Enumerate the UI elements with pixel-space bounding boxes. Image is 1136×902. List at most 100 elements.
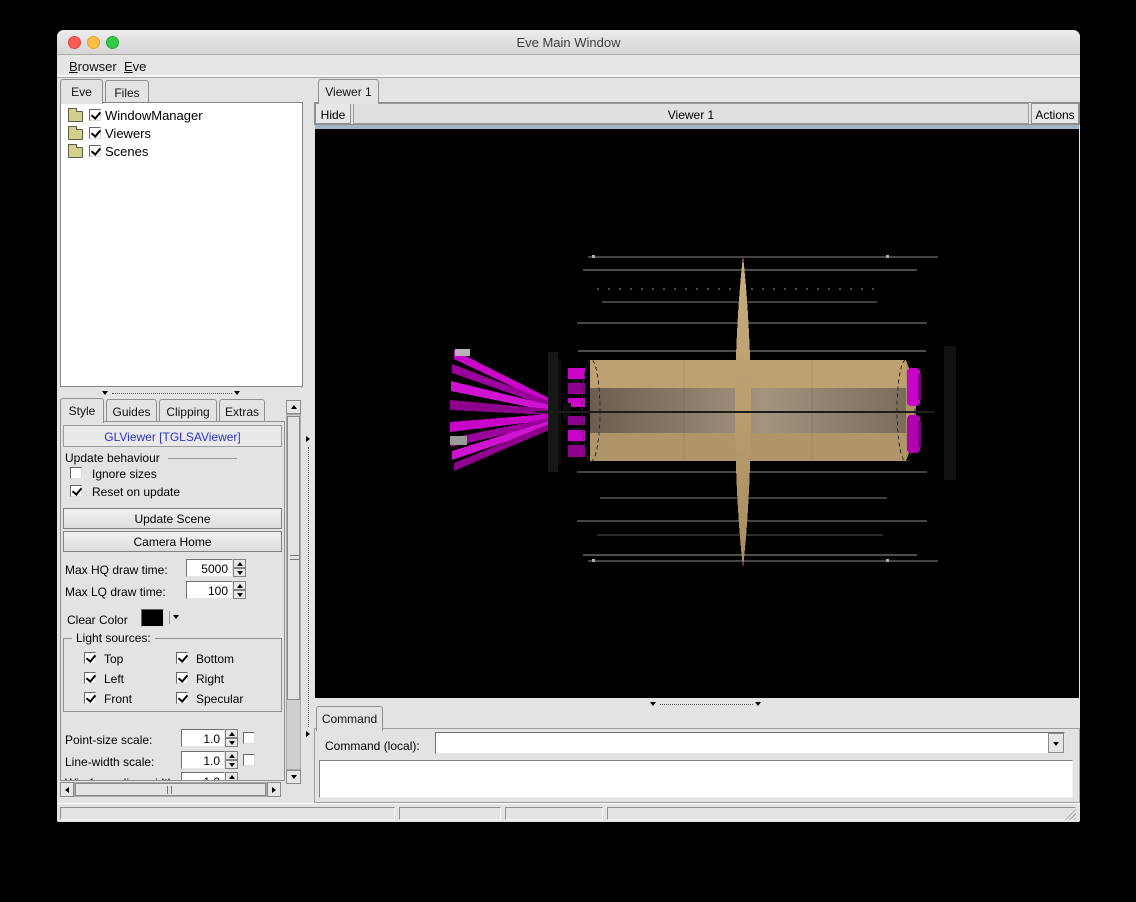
tree-label[interactable]: WindowManager bbox=[105, 108, 203, 123]
combo-dropdown-icon[interactable] bbox=[1048, 733, 1064, 753]
line-width-input[interactable]: 1.0 bbox=[181, 751, 225, 769]
viewer-title: Viewer 1 bbox=[353, 103, 1029, 124]
tree-checkbox-scenes[interactable] bbox=[89, 145, 101, 157]
close-button[interactable] bbox=[68, 36, 81, 49]
menu-bar: Browser Eve bbox=[57, 55, 1080, 78]
light-sources-group: Light sources: Top Bottom Left Right Fro… bbox=[63, 631, 282, 712]
gl-viewport[interactable] bbox=[315, 129, 1079, 698]
spin-up-icon[interactable] bbox=[225, 751, 238, 760]
line-width-checkbox[interactable] bbox=[243, 754, 255, 766]
style-panel-vscrollbar[interactable] bbox=[286, 400, 301, 784]
scrollbar-thumb[interactable] bbox=[287, 416, 300, 700]
horizontal-splitter[interactable] bbox=[60, 388, 303, 398]
spin-down-icon[interactable] bbox=[225, 738, 238, 747]
max-lq-label: Max LQ draw time: bbox=[65, 585, 166, 599]
scrollbar-thumb[interactable] bbox=[75, 783, 266, 796]
clear-color-dropdown-icon[interactable] bbox=[173, 615, 179, 619]
spin-down-icon[interactable] bbox=[225, 760, 238, 769]
menu-eve[interactable]: Eve bbox=[116, 55, 154, 78]
spin-up-icon[interactable] bbox=[225, 729, 238, 738]
light-bottom-checkbox[interactable] bbox=[176, 652, 188, 664]
spin-down-icon[interactable] bbox=[233, 590, 246, 599]
command-splitter[interactable] bbox=[315, 700, 1079, 709]
point-size-checkbox[interactable] bbox=[243, 732, 255, 744]
command-output[interactable] bbox=[319, 760, 1073, 798]
spin-down-icon[interactable] bbox=[233, 568, 246, 577]
tab-eve[interactable]: Eve bbox=[60, 79, 103, 104]
folder-icon bbox=[68, 144, 83, 158]
clear-color-label: Clear Color bbox=[67, 613, 128, 627]
wireframe-input[interactable]: 1.0 bbox=[181, 772, 225, 780]
vertical-splitter[interactable] bbox=[304, 79, 313, 803]
splitter-arrow-icon bbox=[306, 731, 310, 737]
tab-command[interactable]: Command bbox=[316, 706, 383, 731]
tab-guides[interactable]: Guides bbox=[106, 399, 157, 422]
line-width-label: Line-width scale: bbox=[65, 755, 155, 769]
splitter-dots bbox=[660, 704, 753, 705]
command-combobox[interactable] bbox=[435, 732, 1065, 754]
tab-clipping[interactable]: Clipping bbox=[159, 399, 217, 422]
update-behaviour-group: Update behaviour bbox=[65, 451, 237, 465]
glviewer-header[interactable]: GLViewer [TGLSAViewer] bbox=[63, 425, 282, 447]
ignore-sizes-label: Ignore sizes bbox=[92, 467, 157, 481]
update-scene-button[interactable]: Update Scene bbox=[63, 508, 282, 529]
title-bar[interactable]: Eve Main Window bbox=[57, 30, 1080, 55]
point-size-input[interactable]: 1.0 bbox=[181, 729, 225, 747]
camera-home-button[interactable]: Camera Home bbox=[63, 531, 282, 552]
zoom-button[interactable] bbox=[106, 36, 119, 49]
light-front-checkbox[interactable] bbox=[84, 692, 96, 704]
point-size-stepper[interactable] bbox=[225, 729, 238, 747]
splitter-arrow-icon bbox=[102, 391, 108, 395]
command-input[interactable] bbox=[435, 732, 1065, 754]
clear-color-swatch[interactable] bbox=[141, 609, 164, 627]
max-lq-stepper[interactable] bbox=[233, 581, 246, 599]
spin-up-icon[interactable] bbox=[233, 559, 246, 568]
style-panel-hscrollbar[interactable] bbox=[60, 782, 281, 797]
light-left-checkbox[interactable] bbox=[84, 672, 96, 684]
scroll-up-icon[interactable] bbox=[286, 400, 301, 414]
style-panel: GLViewer [TGLSAViewer] Update behaviour … bbox=[60, 421, 285, 781]
right-dark-band bbox=[944, 346, 956, 480]
splitter-dots bbox=[112, 393, 232, 394]
spin-up-icon[interactable] bbox=[233, 581, 246, 590]
light-right-checkbox[interactable] bbox=[176, 672, 188, 684]
spin-up-icon[interactable] bbox=[225, 772, 238, 780]
reset-on-update-checkbox[interactable] bbox=[70, 485, 82, 497]
status-section-3 bbox=[505, 807, 603, 820]
wireframe-stepper[interactable] bbox=[225, 772, 238, 780]
tree-row-scenes[interactable]: Scenes bbox=[61, 143, 302, 161]
window-title: Eve Main Window bbox=[516, 35, 621, 50]
tree-label[interactable]: Scenes bbox=[105, 144, 148, 159]
tab-extras[interactable]: Extras bbox=[219, 399, 265, 422]
tab-viewer-1[interactable]: Viewer 1 bbox=[318, 79, 379, 104]
tree-checkbox-viewers[interactable] bbox=[89, 127, 101, 139]
splitter-dots bbox=[308, 447, 309, 727]
status-section-2 bbox=[399, 807, 501, 820]
max-hq-stepper[interactable] bbox=[233, 559, 246, 577]
tree-checkbox-windowmanager[interactable] bbox=[89, 109, 101, 121]
eve-tree-view: WindowManager Viewers Scenes bbox=[60, 102, 303, 387]
detector-scene bbox=[450, 255, 956, 568]
tree-label[interactable]: Viewers bbox=[105, 126, 151, 141]
command-panel: Command (local): bbox=[314, 728, 1080, 803]
light-specular-checkbox[interactable] bbox=[176, 692, 188, 704]
ignore-sizes-checkbox[interactable] bbox=[70, 467, 82, 479]
scroll-down-icon[interactable] bbox=[286, 770, 301, 784]
hide-button[interactable]: Hide bbox=[315, 103, 351, 124]
actions-button[interactable]: Actions bbox=[1031, 103, 1079, 124]
line-width-stepper[interactable] bbox=[225, 751, 238, 769]
scroll-right-icon[interactable] bbox=[267, 782, 281, 797]
max-hq-input[interactable]: 5000 bbox=[186, 559, 233, 577]
tab-style[interactable]: Style bbox=[60, 398, 104, 423]
light-top-checkbox[interactable] bbox=[84, 652, 96, 664]
max-lq-input[interactable]: 100 bbox=[186, 581, 233, 599]
tree-row-viewers[interactable]: Viewers bbox=[61, 125, 302, 143]
command-label: Command (local): bbox=[325, 739, 420, 753]
tab-files[interactable]: Files bbox=[105, 80, 149, 103]
splitter-arrow-icon bbox=[306, 436, 310, 442]
scroll-left-icon[interactable] bbox=[60, 782, 74, 797]
max-hq-label: Max HQ draw time: bbox=[65, 563, 168, 577]
tree-row-windowmanager[interactable]: WindowManager bbox=[61, 107, 302, 125]
minimize-button[interactable] bbox=[87, 36, 100, 49]
light-sources-title: Light sources: bbox=[72, 631, 155, 645]
